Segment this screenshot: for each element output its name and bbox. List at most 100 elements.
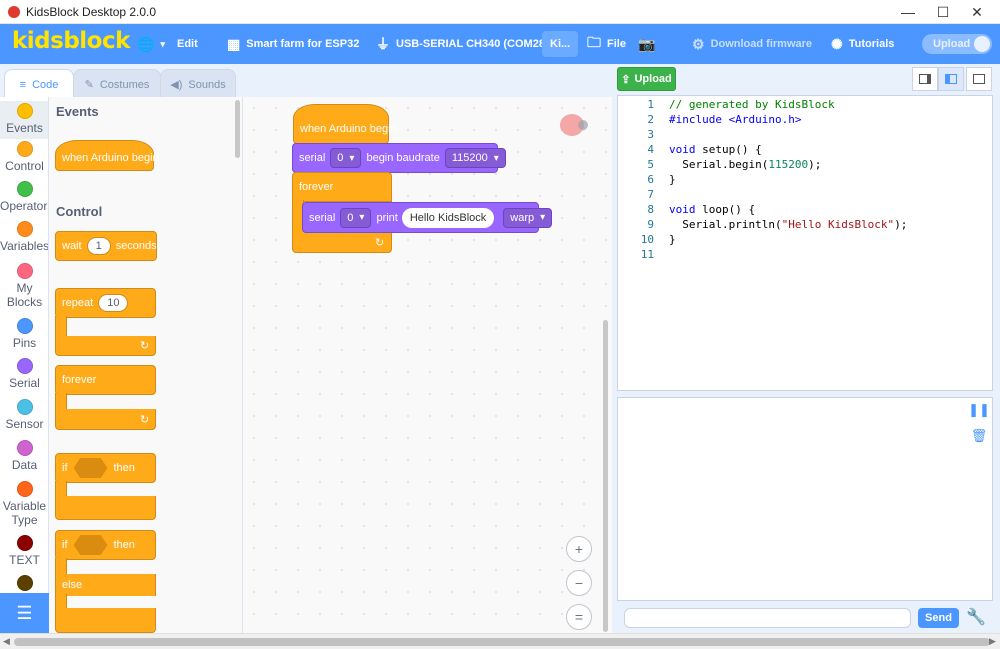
kidsblock-logo[interactable]: kidsblock [12,28,130,54]
zoom-reset-button[interactable]: = [566,604,592,630]
layout-code-icon [945,74,957,84]
when-arduino-begin-block[interactable]: when Arduino begin [55,140,159,171]
file-menu[interactable]: 🗀 File [587,24,626,64]
tab-code[interactable]: ≡ Code [4,69,74,99]
category-label: Sensor [5,417,44,431]
condition-slot[interactable] [73,458,108,478]
category-text[interactable]: TEXT [0,535,48,567]
screenshot-button[interactable]: 📷 [638,24,661,64]
begin-baudrate-label: begin baudrate [366,152,440,164]
add-extension-button[interactable]: ☰ [0,593,49,633]
kid-tab[interactable]: Ki... [542,31,579,57]
upload-mode-toggle[interactable]: Upload [922,34,992,54]
wait-block[interactable]: wait 1 seconds [55,231,157,261]
serial-port-dropdown[interactable]: 0 [330,148,362,168]
layout-full-button[interactable] [966,67,992,91]
language-button[interactable]: 🌐 ▾ [137,24,165,64]
close-button[interactable]: ✕ [954,0,1000,24]
category-dot [16,399,33,415]
line-number: 1 [647,98,654,111]
category-dot [16,181,33,197]
category-dot [16,481,33,497]
workspace-hat-block[interactable]: when Arduino begin [293,104,397,144]
wrench-icon[interactable]: 🔧 [966,607,986,627]
category-label: Operators [0,199,49,213]
repeat-value-input[interactable]: 10 [98,294,129,312]
category-sensor[interactable]: Sensor [0,399,48,431]
category-more[interactable] [0,575,48,593]
port-selector[interactable]: ⏚ USB-SERIAL CH340 (COM283) [376,24,555,64]
layout-split-icon [919,74,931,84]
category-dot [16,103,33,119]
upload-icon: ⇪ [621,73,631,86]
category-data[interactable]: Data [0,440,48,472]
zoom-in-icon: + [574,541,584,557]
download-firmware-button[interactable]: ⚙ Download firmware [692,24,812,64]
category-variable-type[interactable]: Variable Type [0,481,48,527]
scroll-left-icon[interactable]: ◀ [3,636,10,647]
category-label: Variables [0,239,49,253]
layout-code-button[interactable] [938,67,964,91]
camera-icon: 📷 [638,35,656,52]
horizontal-scrollbar[interactable]: ◀ ▶ [0,633,1000,649]
tab-sounds[interactable]: ◀) Sounds [160,69,236,99]
send-button[interactable]: Send [918,608,959,628]
loop-arrow-icon: ↻ [140,414,150,426]
baudrate-dropdown[interactable]: 115200 [444,148,506,168]
workspace-scrollbar[interactable] [603,320,608,632]
tutorials-button[interactable]: ✺ Tutorials [831,24,894,64]
line-number: 3 [647,128,654,141]
condition-slot[interactable] [73,535,108,555]
category-label: Events [6,121,43,135]
line-number: 8 [647,203,654,216]
category-serial[interactable]: Serial [0,358,48,390]
tab-costumes[interactable]: ✎ Costumes [73,69,161,99]
serial-input[interactable] [624,608,911,628]
category-events[interactable]: Events [0,101,48,139]
code-editor[interactable]: 1 2 3 4 5 6 7 8 9 10 11 // generated by … [617,95,993,391]
serial-begin-block[interactable]: serial 0 begin baudrate 115200 [292,143,506,173]
upload-button[interactable]: ⇪ Upload [617,67,676,91]
category-label: Serial [9,376,40,390]
line-number: 5 [647,158,654,171]
repeat-label: repeat [62,297,94,309]
layout-full-icon [973,74,985,84]
clear-button[interactable]: 🗑 [968,425,990,447]
scroll-right-icon[interactable]: ▶ [989,636,996,647]
scrollbar-thumb[interactable] [14,638,990,646]
else-label: else [55,574,156,596]
category-dot [16,575,33,591]
print-label: print [376,211,398,224]
line-number: 11 [640,248,654,261]
forever-loop-block[interactable]: forever [292,172,392,202]
serial-print-block[interactable]: serial 0 print Hello KidsBlock warp [302,202,553,233]
category-control[interactable]: Control [0,141,48,173]
category-variables[interactable]: Variables [0,221,49,253]
device-sprite-icon [560,114,588,136]
message-input[interactable]: Hello KidsBlock [401,207,495,228]
then-label: then [113,539,135,551]
forever-block[interactable]: forever [55,365,156,395]
serial-port-dropdown[interactable]: 0 [340,207,372,228]
if-then-block[interactable]: if then [55,453,156,483]
palette-scrollbar[interactable] [235,100,240,158]
category-operators[interactable]: Operators [0,181,49,213]
if-then-else-block[interactable]: if then [55,530,156,560]
menu-bar: kidsblock 🌐 ▾ Edit ▦ Smart farm for ESP32 … [0,24,1000,64]
repeat-block[interactable]: repeat 10 [55,288,156,318]
zoom-in-button[interactable]: + [566,536,592,562]
category-dot [16,535,33,551]
pause-button[interactable]: ❚❚ [968,399,990,421]
brush-icon: ✎ [84,79,94,91]
edit-menu[interactable]: Edit [177,24,198,64]
print-mode-dropdown[interactable]: warp [503,207,553,228]
events-heading: Events [56,104,99,119]
plug-icon: ⏚ [376,36,390,52]
device-selector[interactable]: ▦ Smart farm for ESP32 [227,24,359,64]
zoom-out-button[interactable]: − [566,570,592,596]
category-pins[interactable]: Pins [0,318,48,350]
layout-split-button[interactable] [912,67,938,91]
wait-value-input[interactable]: 1 [86,237,111,255]
category-my-blocks[interactable]: My Blocks [0,263,48,309]
category-label: TEXT [9,553,40,567]
